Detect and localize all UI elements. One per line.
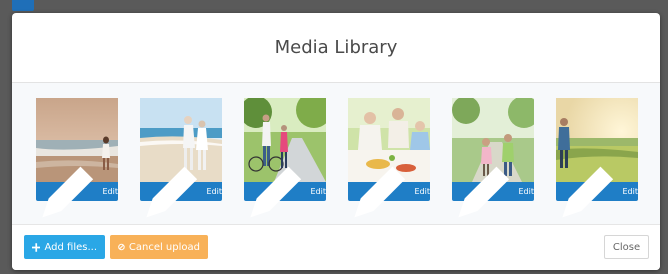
edit-button[interactable]: Edit xyxy=(556,166,639,217)
pencil-icon xyxy=(354,166,406,217)
edit-label: Edit xyxy=(102,187,119,196)
close-button[interactable]: Close xyxy=(604,235,649,259)
media-item[interactable]: Edit xyxy=(36,98,119,217)
edit-label: Edit xyxy=(310,187,327,196)
edit-label: Edit xyxy=(414,187,431,196)
edit-button[interactable]: Edit xyxy=(452,166,535,217)
edit-label: Edit xyxy=(206,187,223,196)
background-tab xyxy=(12,0,34,11)
edit-label: Edit xyxy=(622,187,639,196)
plus-icon xyxy=(32,242,41,252)
edit-button[interactable]: Edit xyxy=(244,166,327,217)
modal-header: Media Library xyxy=(12,13,660,83)
media-library-modal: Media Library Edit Edit Edit Edit Edit E… xyxy=(12,13,660,270)
media-item[interactable]: Edit xyxy=(556,98,639,217)
ban-icon xyxy=(118,243,125,251)
pencil-icon xyxy=(146,166,198,217)
edit-button[interactable]: Edit xyxy=(140,166,223,217)
edit-button[interactable]: Edit xyxy=(348,166,431,217)
close-label: Close xyxy=(612,241,641,253)
pencil-icon xyxy=(562,166,614,217)
media-item[interactable]: Edit xyxy=(140,98,223,217)
edit-button[interactable]: Edit xyxy=(36,166,119,217)
media-item[interactable]: Edit xyxy=(348,98,431,217)
media-item[interactable]: Edit xyxy=(452,98,535,217)
pencil-icon xyxy=(250,166,302,217)
media-gallery: Edit Edit Edit Edit Edit Edit xyxy=(12,83,660,224)
edit-label: Edit xyxy=(518,187,535,196)
modal-footer: Add files... Cancel upload Close xyxy=(12,224,660,270)
pencil-icon xyxy=(42,166,94,217)
cancel-upload-button[interactable]: Cancel upload xyxy=(110,235,208,259)
pencil-icon xyxy=(458,166,510,217)
add-files-button[interactable]: Add files... xyxy=(24,235,105,259)
cancel-upload-label: Cancel upload xyxy=(128,241,200,253)
modal-title: Media Library xyxy=(274,37,398,58)
media-item[interactable]: Edit xyxy=(244,98,327,217)
add-files-label: Add files... xyxy=(44,241,97,253)
